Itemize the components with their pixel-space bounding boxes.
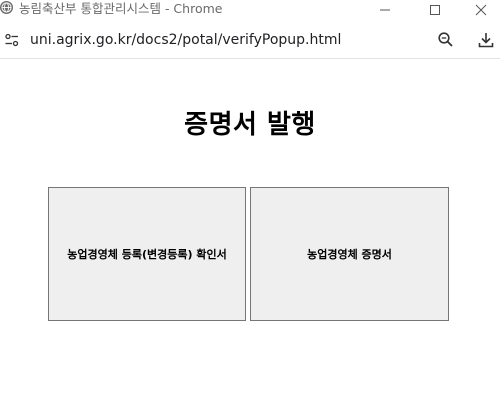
- minimize-icon: [380, 9, 390, 11]
- window-title: 농림축산부 통합관리시스템 - Chrome: [19, 1, 223, 16]
- close-icon: [475, 4, 487, 16]
- globe-icon: [0, 1, 13, 14]
- maximize-icon: [430, 5, 440, 15]
- browser-window: 농림축산부 통합관리시스템 - Chrome uni.agrix.go.kr/d…: [0, 0, 500, 402]
- close-button[interactable]: [462, 0, 500, 20]
- tune-icon[interactable]: [4, 32, 20, 48]
- maximize-button[interactable]: [412, 0, 458, 20]
- zoom-icon[interactable]: [437, 31, 455, 49]
- title-bar: 농림축산부 통합관리시스템 - Chrome: [0, 0, 500, 22]
- url-field[interactable]: uni.agrix.go.kr/docs2/potal/verifyPopup.…: [30, 22, 341, 58]
- address-bar: uni.agrix.go.kr/docs2/potal/verifyPopup.…: [0, 22, 500, 59]
- minimize-button[interactable]: [362, 0, 408, 20]
- page-title: 증명서 발행: [184, 110, 316, 140]
- farm-business-certificate-button[interactable]: 농업경영체 증명서: [250, 187, 449, 321]
- page-content: 증명서 발행 농업경영체 등록(변경등록) 확인서 농업경영체 증명서: [0, 59, 500, 402]
- registration-certificate-button[interactable]: 농업경영체 등록(변경등록) 확인서: [48, 187, 246, 321]
- download-icon[interactable]: [477, 31, 495, 49]
